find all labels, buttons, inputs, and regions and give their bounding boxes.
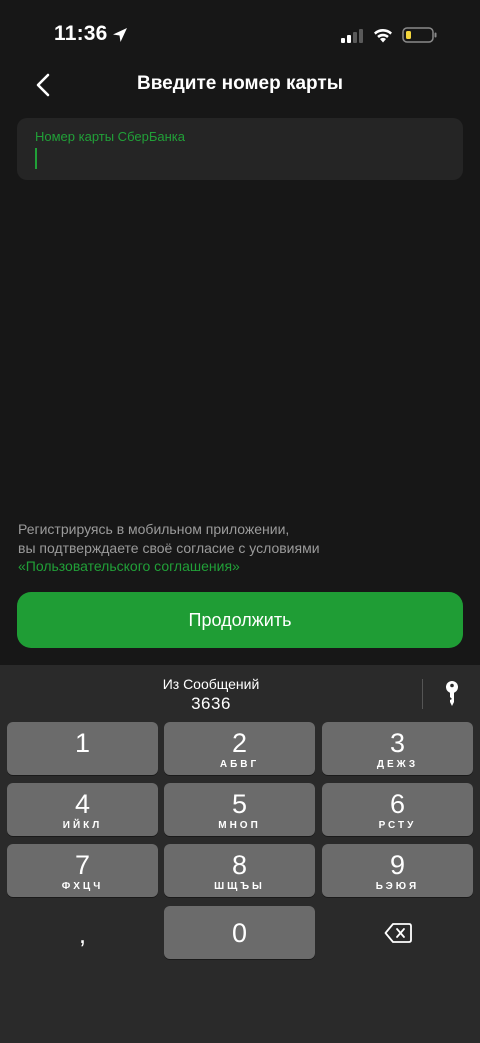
key-digit: 5 bbox=[231, 789, 248, 819]
key-6[interactable]: 6 РСТУ bbox=[322, 783, 473, 836]
key-digit: 9 bbox=[389, 850, 406, 880]
signal-icon bbox=[341, 29, 363, 43]
consent-line-2: вы подтверждаете своё согласие с условия… bbox=[18, 539, 320, 556]
key-digit: 6 bbox=[389, 789, 406, 819]
key-4[interactable]: 4 ИЙКЛ bbox=[7, 783, 158, 836]
key-letters: МНОП bbox=[218, 820, 261, 831]
backspace-icon bbox=[384, 922, 412, 943]
key-3[interactable]: 3 ДЕЖЗ bbox=[322, 722, 473, 775]
key-letters: АБВГ bbox=[219, 759, 260, 770]
key-8[interactable]: 8 ШЩЪЫ bbox=[164, 844, 315, 897]
card-number-input[interactable] bbox=[39, 146, 439, 172]
battery-icon bbox=[402, 27, 437, 43]
user-agreement-link[interactable]: «Пользовательского соглашения» bbox=[18, 557, 458, 576]
text-caret bbox=[35, 148, 37, 169]
suggestion-source: Из Сообщений bbox=[162, 676, 260, 692]
card-number-field[interactable]: Номер карты СберБанка bbox=[17, 118, 463, 180]
location-arrow-icon bbox=[113, 28, 127, 42]
key-1[interactable]: 1 bbox=[7, 722, 158, 775]
page-title: Введите номер карты bbox=[137, 73, 343, 94]
suggestion-code: 3636 bbox=[191, 694, 231, 713]
key-icon bbox=[446, 681, 458, 706]
status-bar: 11:36 bbox=[0, 0, 480, 70]
numeric-keyboard: Из Сообщений 3636 1 2 АБВГ 3 ДЕЖЗ 4 ИЙКЛ… bbox=[0, 665, 480, 1043]
key-7[interactable]: 7 ФХЦЧ bbox=[7, 844, 158, 897]
card-number-label: Номер карты СберБанка bbox=[35, 129, 185, 144]
key-letters: ЬЭЮЯ bbox=[375, 881, 420, 892]
suggestion-divider bbox=[422, 679, 423, 709]
key-digit: 8 bbox=[231, 850, 248, 880]
key-2[interactable]: 2 АБВГ bbox=[164, 722, 315, 775]
key-digit: 0 bbox=[231, 918, 248, 948]
consent-line-1: Регистрируясь в мобильном приложении, bbox=[18, 521, 290, 537]
key-digit: 1 bbox=[74, 728, 91, 758]
autofill-suggestion[interactable]: Из Сообщений 3636 bbox=[0, 675, 422, 715]
comma-char: , bbox=[78, 919, 87, 949]
key-letters: ШЩЪЫ bbox=[214, 881, 265, 892]
passwords-key-button[interactable] bbox=[437, 677, 467, 711]
continue-button[interactable]: Продолжить bbox=[17, 592, 463, 648]
key-digit: 2 bbox=[231, 728, 248, 758]
key-letters: ДЕЖЗ bbox=[376, 759, 419, 770]
key-9[interactable]: 9 ЬЭЮЯ bbox=[322, 844, 473, 897]
key-5[interactable]: 5 МНОП bbox=[164, 783, 315, 836]
consent-text: Регистрируясь в мобильном приложении, вы… bbox=[18, 520, 458, 576]
key-0[interactable]: 0 bbox=[164, 906, 315, 959]
comma-key[interactable]: , bbox=[7, 906, 158, 959]
key-digit: 7 bbox=[74, 850, 91, 880]
key-letters: ИЙКЛ bbox=[62, 820, 103, 831]
status-time: 11:36 bbox=[54, 22, 108, 45]
key-letters: РСТУ bbox=[378, 820, 417, 831]
delete-key[interactable] bbox=[322, 906, 473, 959]
key-digit: 3 bbox=[389, 728, 406, 758]
wifi-icon bbox=[374, 28, 392, 43]
key-digit: 4 bbox=[74, 789, 91, 819]
key-letters: ФХЦЧ bbox=[61, 881, 104, 892]
